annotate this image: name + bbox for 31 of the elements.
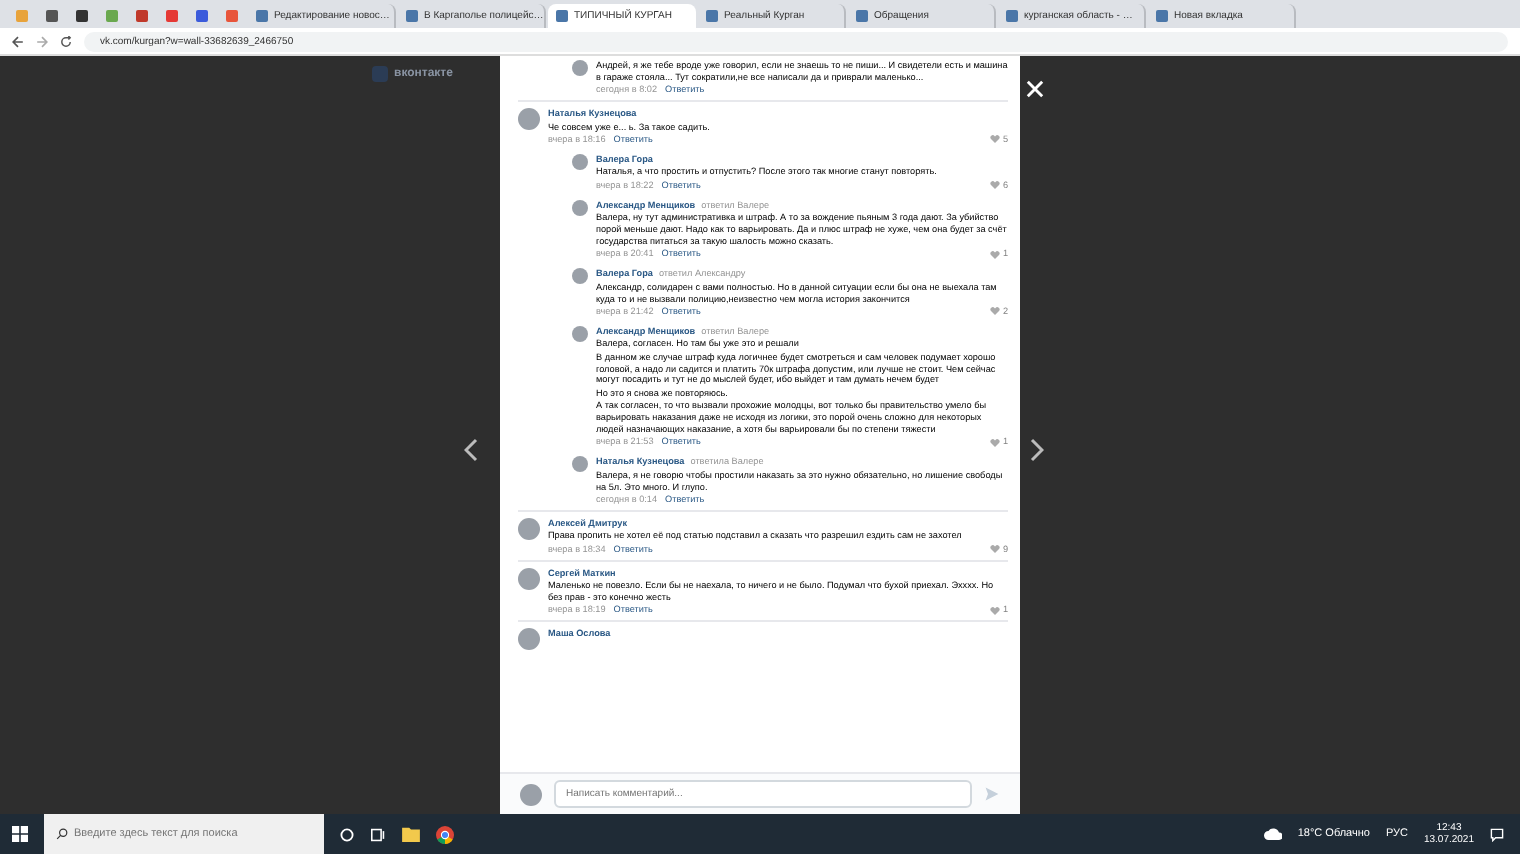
heart-icon — [990, 544, 1001, 555]
avatar[interactable] — [572, 268, 588, 285]
heart-icon — [990, 134, 1001, 145]
avatar[interactable] — [518, 518, 540, 540]
chrome-icon[interactable] — [436, 825, 454, 843]
heart-icon — [990, 437, 1001, 448]
close-icon[interactable] — [1026, 80, 1044, 98]
heart-icon — [990, 180, 1001, 191]
avatar[interactable] — [518, 567, 540, 590]
avatar[interactable] — [518, 108, 540, 131]
cortana-icon[interactable] — [340, 827, 354, 841]
folder-icon[interactable] — [402, 826, 420, 842]
avatar[interactable] — [518, 628, 540, 651]
heart-icon — [990, 249, 1001, 260]
avatar[interactable] — [572, 325, 588, 342]
forward-icon[interactable] — [36, 35, 48, 47]
search-icon — [56, 828, 68, 840]
notification-icon[interactable] — [1490, 827, 1504, 841]
reload-icon[interactable] — [60, 35, 72, 47]
logo-icon — [372, 66, 388, 82]
task-view-icon[interactable] — [370, 827, 386, 841]
windows-start-icon[interactable] — [12, 826, 28, 842]
cloud-icon — [1263, 828, 1282, 840]
avatar — [520, 783, 542, 805]
back-icon[interactable] — [12, 35, 24, 47]
heart-icon — [990, 306, 1001, 317]
avatar[interactable] — [572, 456, 588, 473]
avatar[interactable] — [572, 153, 588, 170]
avatar[interactable] — [572, 60, 588, 76]
avatar[interactable] — [572, 199, 588, 216]
heart-icon — [990, 605, 1001, 616]
